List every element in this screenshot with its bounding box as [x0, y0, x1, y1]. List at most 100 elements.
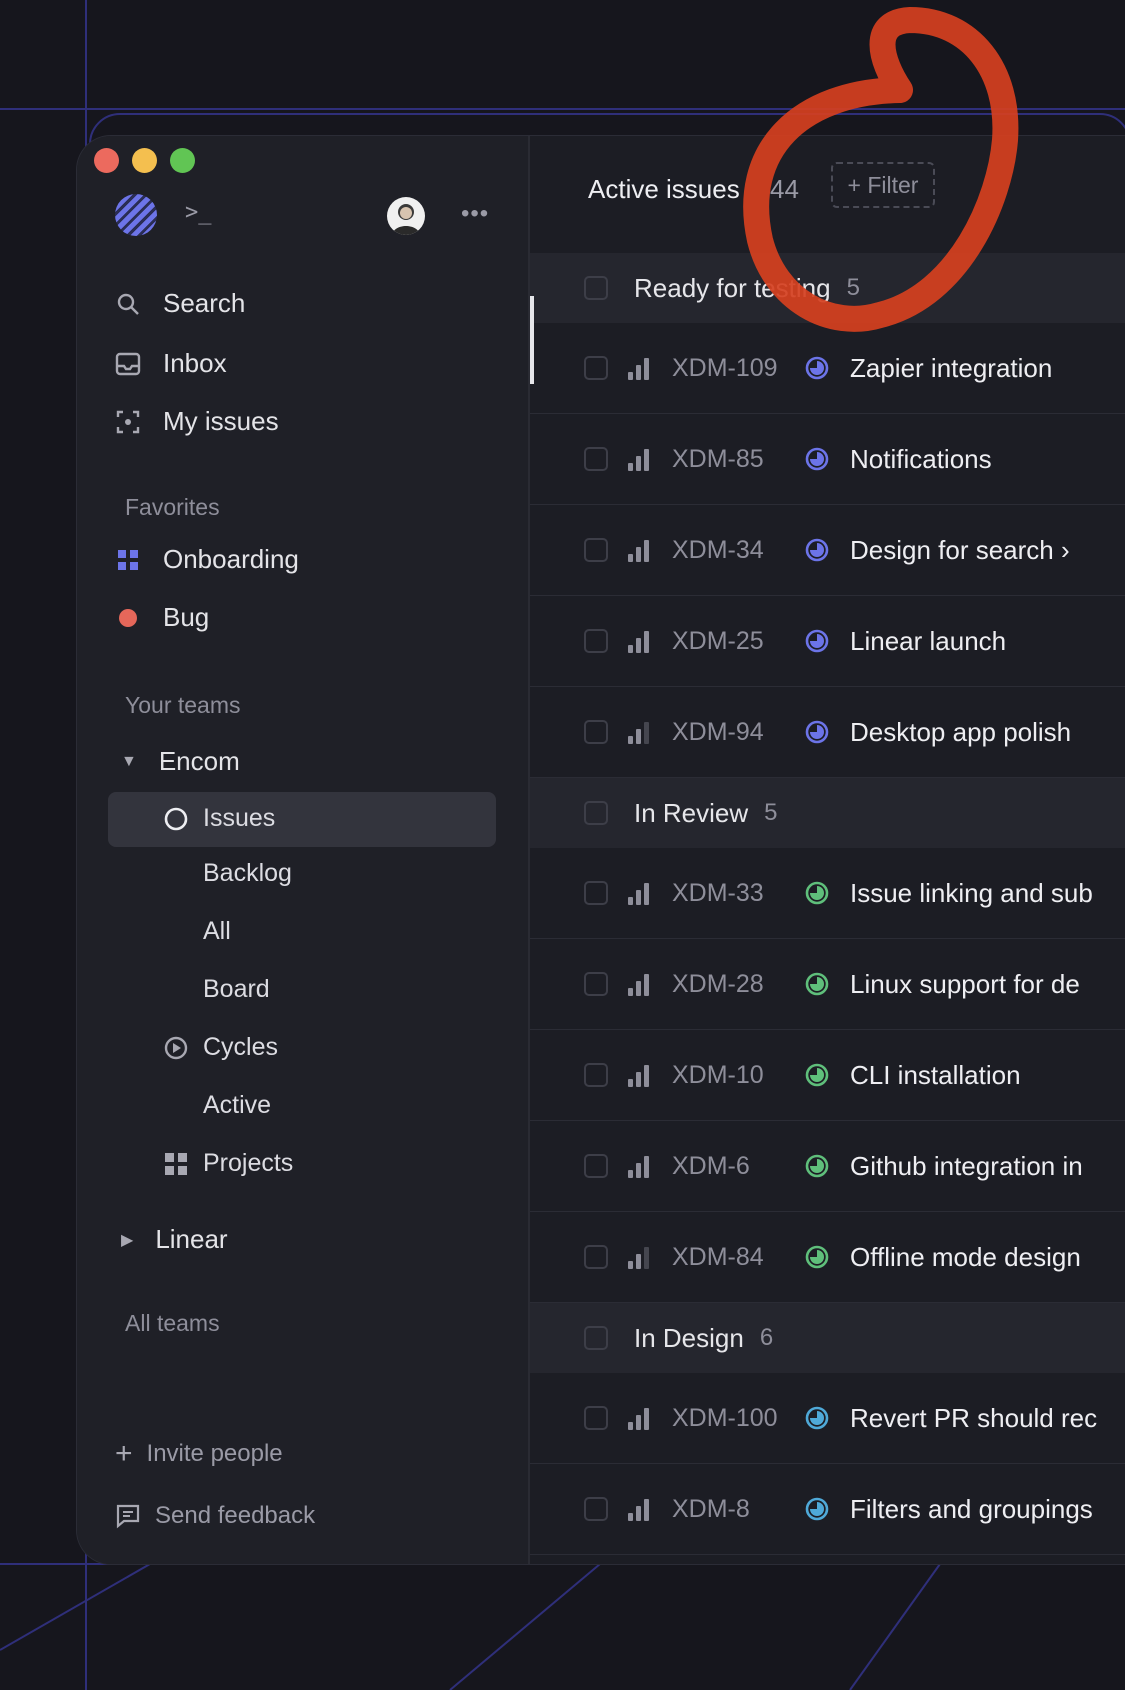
invite-people-button[interactable]: + Invite people	[115, 1439, 283, 1469]
status-icon	[805, 881, 829, 905]
group-header[interactable]: In Review 5	[530, 778, 1125, 848]
workspace-logo[interactable]	[115, 194, 157, 236]
team-item-board[interactable]: Board	[203, 975, 270, 1004]
issue-title: Linear launch	[850, 625, 1007, 656]
close-window-button[interactable]	[94, 148, 119, 173]
priority-icon[interactable]	[628, 1406, 654, 1430]
issue-title: Github integration in	[850, 1150, 1083, 1181]
priority-icon[interactable]	[628, 629, 654, 653]
row-checkbox[interactable]	[584, 881, 608, 905]
cycles-icon	[163, 1035, 189, 1061]
priority-icon[interactable]	[628, 538, 654, 562]
group-header[interactable]: Ready for testing 5	[530, 253, 1125, 323]
row-checkbox[interactable]	[584, 1063, 608, 1087]
avatar[interactable]	[387, 197, 425, 235]
more-options-icon[interactable]: •••	[461, 200, 489, 228]
table-row[interactable]: XDM-10 CLI installation	[530, 1030, 1125, 1121]
team-item-active[interactable]: Active	[203, 1091, 271, 1120]
team-item-label: Active	[203, 1091, 272, 1119]
table-row[interactable]: XDM-25 Linear launch	[530, 596, 1125, 687]
team-item-label: Backlog	[203, 859, 292, 887]
grid-icon	[115, 547, 141, 573]
priority-icon[interactable]	[628, 356, 654, 380]
priority-icon[interactable]	[628, 1154, 654, 1178]
row-checkbox[interactable]	[584, 1497, 608, 1521]
issue-id: XDM-6	[672, 1151, 750, 1180]
selected-row-indicator	[530, 296, 534, 384]
team-linear-toggle[interactable]: ▶ Linear	[121, 1224, 228, 1255]
row-checkbox[interactable]	[584, 1406, 608, 1430]
feedback-label: Send feedback	[155, 1502, 316, 1529]
row-checkbox[interactable]	[584, 538, 608, 562]
favorite-onboarding[interactable]: Onboarding	[115, 544, 299, 575]
priority-icon[interactable]	[628, 972, 654, 996]
search-icon	[115, 291, 141, 317]
minimize-window-button[interactable]	[132, 148, 157, 173]
issue-title: Zapier integration	[850, 352, 1053, 383]
group-count: 5	[846, 274, 860, 301]
priority-icon[interactable]	[628, 1497, 654, 1521]
row-checkbox[interactable]	[584, 356, 608, 380]
table-row[interactable]: XDM-109 Zapier integration	[530, 323, 1125, 414]
table-row[interactable]: XDM-28 Linux support for de	[530, 939, 1125, 1030]
status-icon	[805, 356, 829, 380]
nav-search[interactable]: Search	[115, 288, 245, 319]
window-controls	[94, 148, 195, 173]
team-item-all[interactable]: All	[203, 917, 231, 946]
row-checkbox[interactable]	[584, 629, 608, 653]
issue-title: Issue linking and sub	[850, 877, 1093, 908]
group-header[interactable]: In Design 6	[530, 1303, 1125, 1373]
table-row[interactable]: XDM-94 Desktop app polish	[530, 687, 1125, 778]
filter-button[interactable]: + Filter	[831, 162, 935, 208]
team-item-cycles[interactable]: Cycles	[163, 1033, 278, 1062]
status-icon	[805, 972, 829, 996]
priority-icon[interactable]	[628, 1063, 654, 1087]
row-checkbox[interactable]	[584, 972, 608, 996]
row-checkbox[interactable]	[584, 720, 608, 744]
all-teams-link[interactable]: All teams	[125, 1310, 220, 1337]
table-row[interactable]: XDM-34 Design for search ›	[530, 505, 1125, 596]
row-checkbox[interactable]	[584, 1154, 608, 1178]
priority-icon[interactable]	[628, 1245, 654, 1269]
issue-id: XDM-94	[672, 717, 764, 746]
team-item-label: All	[203, 917, 231, 945]
status-icon	[805, 629, 829, 653]
favorite-bug[interactable]: Bug	[115, 602, 209, 633]
projects-icon	[163, 1151, 189, 1177]
table-row[interactable]: XDM-85 Notifications	[530, 414, 1125, 505]
table-row[interactable]: XDM-8 Filters and groupings	[530, 1464, 1125, 1555]
table-row[interactable]: XDM-100 Revert PR should rec	[530, 1373, 1125, 1464]
app-window: >_ ••• Search Inbox My issues Favorites …	[77, 136, 1125, 1564]
issue-id: XDM-100	[672, 1403, 778, 1432]
team-item-projects[interactable]: Projects	[163, 1149, 293, 1178]
table-row[interactable]: XDM-33 Issue linking and sub	[530, 848, 1125, 939]
issue-list-panel: Active issues 44 + Filter Ready for test…	[530, 136, 1125, 1564]
team-name: Linear	[155, 1224, 228, 1254]
maximize-window-button[interactable]	[170, 148, 195, 173]
status-icon	[805, 1406, 829, 1430]
priority-icon[interactable]	[628, 881, 654, 905]
issue-title: Offline mode design	[850, 1241, 1081, 1272]
nav-my-issues[interactable]: My issues	[115, 406, 279, 437]
team-item-backlog[interactable]: Backlog	[203, 859, 292, 888]
send-feedback-button[interactable]: Send feedback	[115, 1502, 315, 1530]
team-item-issues[interactable]: Issues	[163, 804, 275, 833]
table-row[interactable]: XDM-6 Github integration in	[530, 1121, 1125, 1212]
nav-label: My issues	[163, 406, 279, 436]
priority-icon[interactable]	[628, 720, 654, 744]
issue-title: Notifications	[850, 443, 992, 474]
group-checkbox[interactable]	[584, 801, 608, 825]
nav-inbox[interactable]: Inbox	[115, 348, 227, 379]
team-encom-toggle[interactable]: ▼ Encom	[121, 746, 240, 777]
table-row[interactable]: XDM-84 Offline mode design	[530, 1212, 1125, 1303]
row-checkbox[interactable]	[584, 1245, 608, 1269]
issue-title: Desktop app polish	[850, 716, 1072, 747]
priority-icon[interactable]	[628, 447, 654, 471]
group-checkbox[interactable]	[584, 276, 608, 300]
command-menu-icon[interactable]: >_	[185, 200, 212, 225]
issue-id: XDM-85	[672, 444, 764, 473]
team-item-label: Issues	[203, 804, 276, 832]
status-icon	[805, 538, 829, 562]
group-checkbox[interactable]	[584, 1326, 608, 1350]
row-checkbox[interactable]	[584, 447, 608, 471]
